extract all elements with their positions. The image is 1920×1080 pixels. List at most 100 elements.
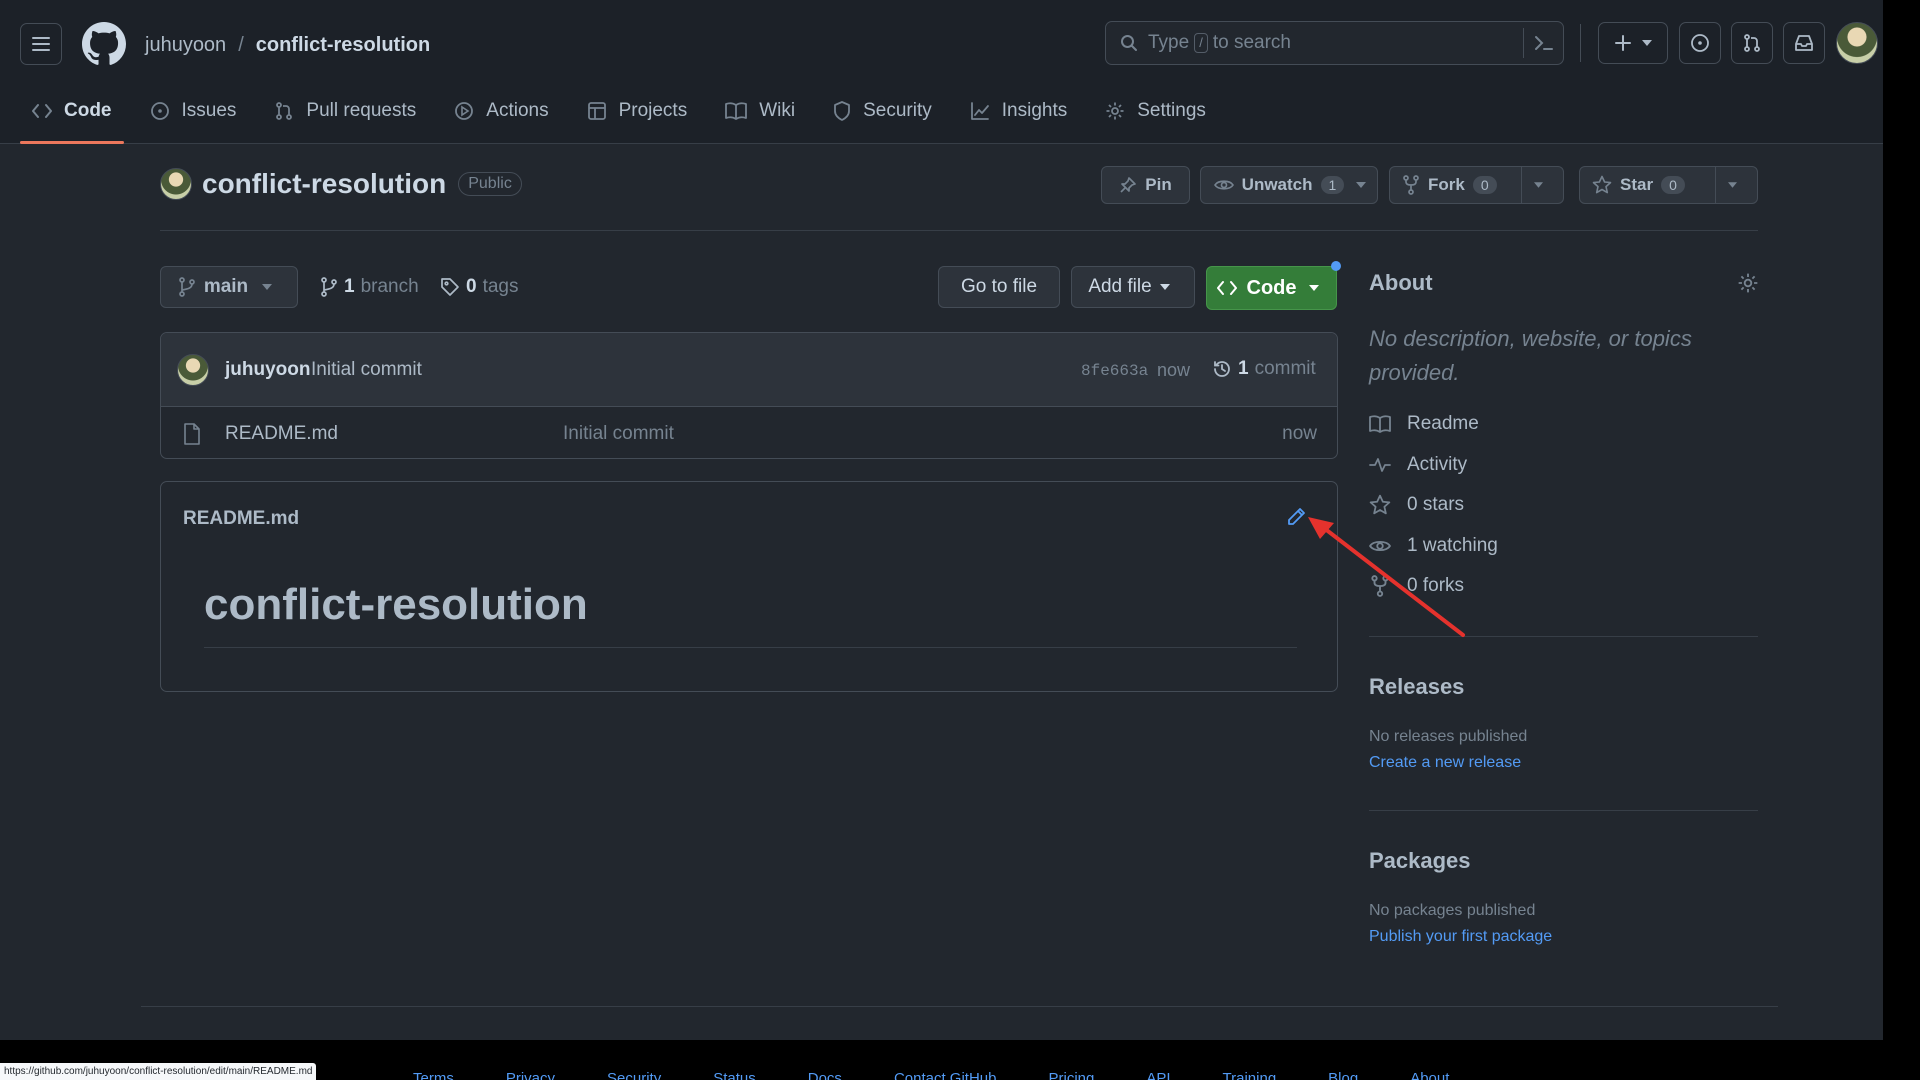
github-logo-icon[interactable] (82, 22, 126, 66)
tab-issues[interactable]: Issues (138, 92, 249, 130)
command-palette-button[interactable] (1523, 28, 1563, 58)
branch-icon (178, 277, 195, 297)
releases-empty: No releases published (1369, 728, 1528, 745)
file-name[interactable]: README.md (225, 423, 338, 445)
branch-icon (321, 277, 337, 297)
branch-word: branch (360, 276, 419, 297)
search-placeholder-end: to search (1212, 32, 1291, 53)
caret-down-icon (1728, 182, 1737, 188)
footer-link-status[interactable]: Status (713, 1070, 756, 1080)
go-to-file-button[interactable]: Go to file (938, 266, 1060, 308)
tab-label: Projects (618, 100, 688, 121)
file-list: juhuyoon Initial commit 8fe663a now 1 co… (160, 332, 1338, 459)
menu-button[interactable] (20, 23, 62, 65)
pin-label: Pin (1145, 175, 1172, 194)
footer-link-security[interactable]: Security (607, 1070, 661, 1080)
breadcrumb: juhuyoon / conflict-resolution (145, 32, 430, 58)
unwatch-label: Unwatch (1241, 175, 1313, 194)
commit-message[interactable]: Initial commit (311, 359, 422, 381)
pull-requests-button[interactable] (1731, 22, 1773, 64)
file-commit-time: now (1282, 423, 1317, 444)
tab-label: Insights (1001, 100, 1068, 121)
tab-label: Actions (486, 100, 549, 121)
book-icon (1369, 415, 1391, 433)
branch-selector[interactable]: main (160, 266, 298, 308)
code-icon (32, 104, 52, 118)
shield-icon (834, 101, 851, 121)
fork-main[interactable]: Fork 0 (1390, 167, 1521, 203)
tab-code[interactable]: Code (20, 92, 124, 144)
annotation-arrow-icon (1308, 517, 1465, 637)
fork-dropdown[interactable] (1521, 167, 1563, 203)
footer-link-docs[interactable]: Docs (808, 1070, 842, 1080)
stars-link[interactable]: 0 stars (1369, 494, 1464, 516)
tab-pull-requests[interactable]: Pull requests (262, 92, 428, 130)
releases-title[interactable]: Releases (1369, 674, 1464, 700)
star-button[interactable]: Star 0 (1579, 166, 1758, 204)
search-placeholder-start: Type (1148, 32, 1190, 53)
file-row[interactable]: README.md Initial commit now (161, 407, 1337, 458)
file-commit-message[interactable]: Initial commit (563, 423, 674, 445)
footer-link-blog[interactable]: Blog (1328, 1070, 1358, 1080)
code-label: Code (1246, 276, 1297, 299)
readme-link-label: Readme (1407, 413, 1479, 434)
commit-author-avatar[interactable] (177, 354, 209, 386)
unwatch-main[interactable]: Unwatch 1 (1202, 167, 1357, 203)
create-release-link[interactable]: Create a new release (1369, 754, 1521, 772)
repo-tabs: Code Issues Pull requests Actions Projec… (20, 92, 1232, 144)
footer-link-contact[interactable]: Contact GitHub (894, 1070, 997, 1080)
commit-count: 1 (1238, 358, 1249, 379)
tab-insights[interactable]: Insights (958, 92, 1079, 130)
visibility-badge: Public (458, 172, 522, 196)
star-count: 0 (1661, 176, 1685, 194)
tab-wiki[interactable]: Wiki (713, 92, 807, 130)
notification-dot (1331, 261, 1341, 271)
footer-link-about[interactable]: About (1410, 1070, 1449, 1080)
caret-down-icon (1356, 182, 1367, 188)
caret-down-icon (1308, 285, 1319, 291)
tab-label: Wiki (759, 100, 796, 121)
gear-icon[interactable] (1737, 272, 1759, 294)
footer-link-pricing[interactable]: Pricing (1048, 1070, 1094, 1080)
star-icon (1369, 494, 1391, 515)
publish-package-link[interactable]: Publish your first package (1369, 928, 1552, 946)
tab-label: Security (863, 100, 932, 121)
tab-security[interactable]: Security (821, 92, 944, 130)
inbox-button[interactable] (1783, 22, 1825, 64)
activity-link-label: Activity (1407, 454, 1468, 475)
tab-actions[interactable]: Actions (442, 92, 560, 130)
commit-sha[interactable]: 8fe663a (1081, 362, 1148, 380)
about-description: No description, website, or topics provi… (1369, 326, 1692, 385)
add-file-button[interactable]: Add file (1071, 266, 1195, 308)
activity-link[interactable]: Activity (1369, 454, 1467, 476)
search-input[interactable]: Type / to search (1105, 21, 1564, 65)
footer-link-api[interactable]: API (1146, 1070, 1170, 1080)
star-main[interactable]: Star 0 (1580, 167, 1715, 203)
user-avatar[interactable] (1836, 22, 1878, 64)
fork-button[interactable]: Fork 0 (1389, 166, 1564, 204)
star-icon (1592, 175, 1612, 194)
footer-link-privacy[interactable]: Privacy (506, 1070, 555, 1080)
tags-link[interactable]: 0 tags (440, 276, 519, 298)
divider (1369, 810, 1758, 811)
tab-settings[interactable]: Settings (1093, 92, 1218, 130)
unwatch-button[interactable]: Unwatch 1 (1200, 166, 1378, 204)
commit-history-link[interactable]: 1 commit (1212, 358, 1316, 380)
tab-projects[interactable]: Projects (575, 92, 700, 130)
create-new-button[interactable] (1598, 22, 1668, 64)
tab-label: Issues (181, 100, 237, 121)
code-button[interactable]: Code (1206, 266, 1337, 310)
footer-link-training[interactable]: Training (1223, 1070, 1277, 1080)
star-dropdown[interactable] (1715, 167, 1757, 203)
packages-title[interactable]: Packages (1369, 848, 1471, 874)
pin-button[interactable]: Pin (1101, 166, 1190, 204)
repo-name[interactable]: conflict-resolution (202, 168, 446, 200)
readme-heading: conflict-resolution (204, 580, 588, 629)
issues-button[interactable] (1679, 22, 1721, 64)
owner-link[interactable]: juhuyoon (145, 34, 226, 57)
footer-link-terms[interactable]: Terms (413, 1070, 454, 1080)
branches-link[interactable]: 1 branch (320, 276, 419, 298)
commit-author[interactable]: juhuyoon (225, 359, 310, 381)
readme-link[interactable]: Readme (1369, 413, 1479, 435)
repo-link[interactable]: conflict-resolution (256, 34, 430, 57)
